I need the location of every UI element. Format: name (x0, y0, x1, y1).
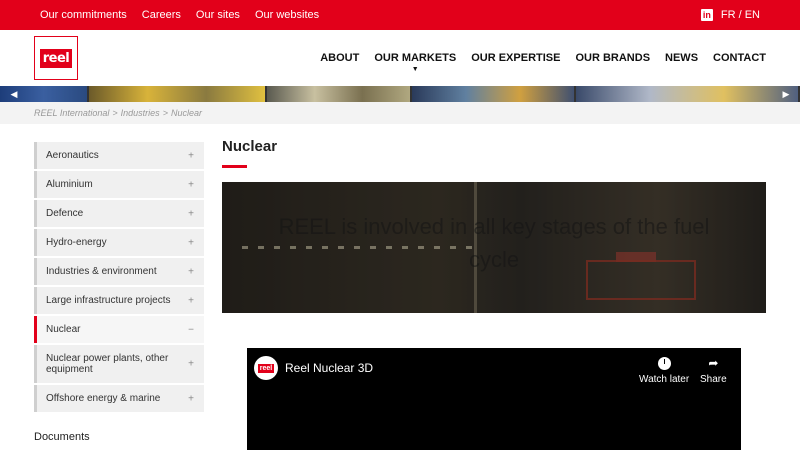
breadcrumb-separator: > (112, 108, 118, 118)
expand-plus-icon[interactable]: + (188, 150, 194, 161)
expand-plus-icon[interactable]: + (188, 359, 194, 370)
hero-image: REEL is involved in all key stages of th… (222, 182, 766, 313)
link-our-commitments[interactable]: Our commitments (40, 9, 127, 21)
nav-our-markets-label: OUR MARKETS (374, 52, 457, 64)
nav-about[interactable]: ABOUT (320, 52, 359, 64)
sidebar-item-aeronautics[interactable]: Aeronautics + (34, 142, 204, 169)
clock-icon (657, 356, 671, 370)
breadcrumb-bar: REEL International > Industries > Nuclear (0, 102, 800, 124)
topbar-right: in FR / EN (700, 0, 760, 30)
link-our-sites[interactable]: Our sites (196, 9, 240, 21)
sidebar-item-label: Nuclear power plants, other equipment (46, 353, 169, 375)
top-utility-bar: Our commitments Careers Our sites Our we… (0, 0, 800, 30)
title-underline (222, 165, 247, 168)
utility-links: Our commitments Careers Our sites Our we… (40, 0, 334, 30)
sidebar-item-aluminium[interactable]: Aluminium + (34, 171, 204, 198)
language-switcher: FR / EN (721, 9, 760, 21)
lang-en[interactable]: EN (745, 9, 760, 21)
sidebar-menu: Aeronautics + Aluminium + Defence + Hydr… (34, 142, 204, 414)
sidebar-item-label: Hydro-energy (46, 237, 107, 248)
nav-our-markets[interactable]: OUR MARKETS ▼ (374, 52, 457, 73)
sidebar-item-label: Aluminium (46, 179, 93, 190)
caret-down-icon: ▼ (411, 66, 419, 73)
sidebar-item-label: Aeronautics (46, 150, 99, 161)
share-button[interactable]: ➦ Share (700, 356, 727, 385)
main-nav: ABOUT OUR MARKETS ▼ OUR EXPERTISE OUR BR… (305, 30, 766, 86)
watch-later-button[interactable]: Watch later (639, 356, 689, 385)
breadcrumb-current: Nuclear (170, 108, 202, 118)
reel-logo[interactable]: reel (34, 36, 78, 80)
sidebar-item-nuclear[interactable]: Nuclear − (34, 316, 204, 343)
link-our-websites[interactable]: Our websites (255, 9, 319, 21)
main-header: reel ABOUT OUR MARKETS ▼ OUR EXPERTISE O… (0, 30, 800, 86)
breadcrumb: REEL International > Industries > Nuclear (34, 108, 202, 118)
sidebar-item-label: Offshore energy & marine (46, 393, 161, 404)
page-title: Nuclear (222, 138, 278, 155)
video-player[interactable]: reel Reel Nuclear 3D Watch later ➦ Share (247, 348, 741, 450)
banner-image (411, 86, 575, 102)
expand-plus-icon[interactable]: + (188, 393, 194, 404)
lang-separator: / (738, 9, 742, 21)
nav-our-expertise[interactable]: OUR EXPERTISE (471, 52, 560, 64)
link-careers[interactable]: Careers (142, 9, 181, 21)
sidebar-item-label: Large infrastructure projects (46, 295, 171, 306)
video-title[interactable]: Reel Nuclear 3D (285, 361, 373, 375)
sidebar-item-label: Nuclear (46, 324, 81, 335)
expand-plus-icon[interactable]: + (188, 295, 194, 306)
share-arrow-icon: ➦ (708, 356, 719, 370)
expand-plus-icon[interactable]: + (188, 237, 194, 248)
expand-plus-icon[interactable]: + (188, 208, 194, 219)
channel-logo-mark: reel (257, 363, 275, 373)
sidebar-item-label: Defence (46, 208, 84, 219)
breadcrumb-home[interactable]: REEL International (34, 108, 109, 118)
expand-plus-icon[interactable]: + (188, 266, 194, 277)
lang-fr[interactable]: FR (721, 9, 736, 21)
sidebar-item-defence[interactable]: Defence + (34, 200, 204, 227)
sidebar-item-label: Industries & environment (46, 266, 157, 277)
expand-plus-icon[interactable]: + (188, 179, 194, 190)
sidebar-item-offshore-energy[interactable]: Offshore energy & marine + (34, 385, 204, 412)
banner-image (89, 86, 266, 102)
channel-avatar[interactable]: reel (254, 356, 278, 380)
logo-mark: reel (39, 48, 73, 68)
banner-image (576, 86, 799, 102)
banner-carousel: ◀ ▶ (0, 86, 800, 102)
sidebar-item-large-infrastructure[interactable]: Large infrastructure projects + (34, 287, 204, 314)
collapse-minus-icon[interactable]: − (188, 324, 194, 335)
nav-news[interactable]: NEWS (665, 52, 698, 64)
hero-caption: REEL is involved in all key stages of th… (278, 214, 710, 272)
sidebar-item-industries-environment[interactable]: Industries & environment + (34, 258, 204, 285)
sidebar-item-hydro-energy[interactable]: Hydro-energy + (34, 229, 204, 256)
documents-heading: Documents (34, 431, 90, 443)
arrow-left-icon[interactable]: ◀ (8, 88, 20, 100)
breadcrumb-separator: > (162, 108, 168, 118)
nav-our-brands[interactable]: OUR BRANDS (575, 52, 650, 64)
banner-image (267, 86, 410, 102)
nav-contact[interactable]: CONTACT (713, 52, 766, 64)
arrow-right-icon[interactable]: ▶ (780, 88, 792, 100)
breadcrumb-industries[interactable]: Industries (121, 108, 160, 118)
linkedin-icon[interactable]: in (700, 9, 713, 21)
share-label: Share (700, 374, 727, 385)
sidebar-item-nuclear-power-plants[interactable]: Nuclear power plants, other equipment + (34, 345, 204, 383)
watch-later-label: Watch later (639, 374, 690, 385)
